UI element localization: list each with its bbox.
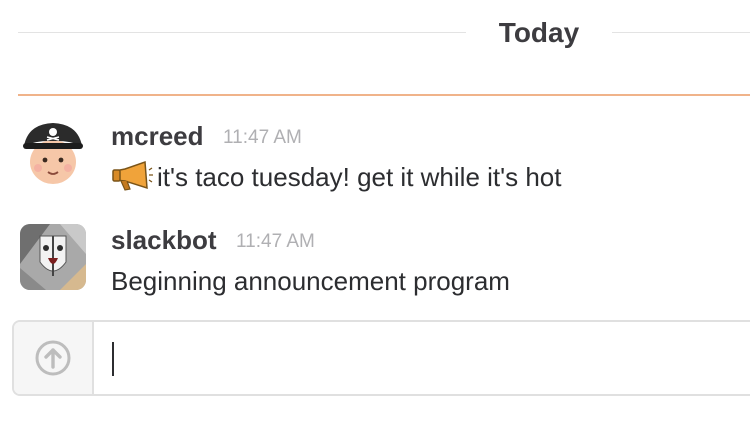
chat-window: Today mcreed 11:47 AM it's taco tuesday!… <box>0 0 750 422</box>
message-input[interactable] <box>96 322 750 394</box>
divider-line-left <box>18 32 466 33</box>
message-item: slackbot 11:47 AM Beginning announcement… <box>18 224 750 304</box>
slackbot-avatar-icon <box>20 224 86 290</box>
message-author[interactable]: mcreed <box>111 120 204 152</box>
message-item: mcreed 11:47 AM it's taco tuesday! get i… <box>18 120 750 200</box>
message-composer <box>12 320 750 396</box>
upload-button[interactable] <box>14 322 94 394</box>
day-divider: Today <box>18 14 750 54</box>
day-divider-label: Today <box>498 17 580 48</box>
text-caret <box>112 342 114 376</box>
new-messages-line <box>18 94 750 96</box>
message-timestamp[interactable]: 11:47 AM <box>223 126 302 150</box>
message-text: it's taco tuesday! get it while it's hot <box>111 160 561 200</box>
avatar[interactable] <box>20 224 86 290</box>
pirate-avatar-icon <box>20 120 86 186</box>
message-text-content: it's taco tuesday! get it while it's hot <box>157 162 562 192</box>
divider-line-right <box>612 32 750 33</box>
avatar[interactable] <box>20 120 86 186</box>
message-timestamp[interactable]: 11:47 AM <box>236 230 315 254</box>
message-author[interactable]: slackbot <box>111 224 217 256</box>
message-text: Beginning announcement program <box>111 266 510 296</box>
loudspeaker-icon <box>111 160 153 200</box>
upload-arrow-icon <box>35 340 71 376</box>
